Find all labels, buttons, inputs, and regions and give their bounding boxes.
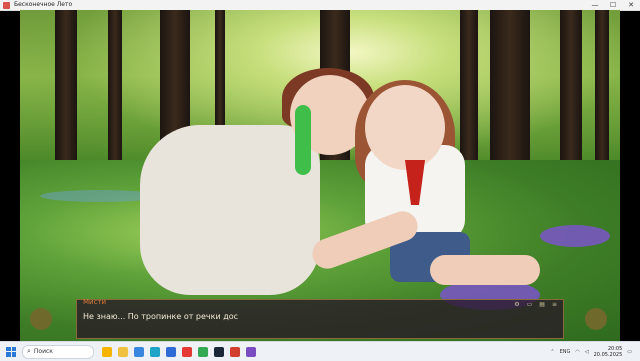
media-icon[interactable] — [230, 346, 240, 357]
window-title: Бесконечное Лето — [14, 1, 73, 8]
clock[interactable]: 20:05 20.05.2025 — [594, 346, 623, 358]
widgets-icon[interactable] — [102, 346, 112, 357]
dialog-text: Не знаю... По тропинке от речки дос — [83, 312, 239, 321]
edge-icon[interactable] — [150, 346, 160, 357]
tree-trunk — [560, 10, 582, 180]
search-icon: ⌕ — [27, 347, 31, 355]
wifi-icon[interactable]: ◠ — [575, 349, 579, 355]
minimize-button[interactable]: — — [586, 0, 604, 10]
settings-icon[interactable]: ⚙ — [514, 301, 519, 308]
notifications-icon[interactable]: ▭ — [627, 349, 632, 355]
taskbar: ⌕ Поиск ⌃ ENG ◠ ◁ 20:05 20.05.2025 ▭ — [0, 341, 640, 361]
character-kneeling-girl — [140, 125, 320, 295]
system-tray: ⌃ ENG ◠ ◁ 20:05 20.05.2025 ▭ — [550, 346, 632, 358]
close-button[interactable]: ✕ — [622, 0, 640, 10]
tree-trunk — [108, 10, 122, 160]
window-controls: — ☐ ✕ — [586, 0, 640, 10]
volume-icon[interactable]: ◁ — [585, 349, 589, 355]
taskbar-apps — [102, 346, 256, 357]
character-sitting-girl-face — [365, 85, 445, 170]
taskbar-search[interactable]: ⌕ Поиск — [22, 344, 94, 359]
mail-icon[interactable] — [166, 346, 176, 357]
load-icon[interactable]: ▤ — [539, 301, 545, 308]
chevron-up-icon[interactable]: ⌃ — [550, 349, 554, 355]
dialog-ornament-right — [585, 308, 607, 330]
tree-trunk — [215, 10, 225, 140]
search-label: Поиск — [33, 348, 53, 355]
steam-icon[interactable] — [214, 346, 224, 357]
game-scene[interactable] — [20, 10, 620, 341]
yandex-icon[interactable] — [182, 346, 192, 357]
tree-trunk — [55, 10, 77, 180]
browser-icon[interactable] — [134, 346, 144, 357]
language-indicator[interactable]: ENG — [560, 349, 571, 355]
clock-date: 20.05.2025 — [593, 351, 623, 358]
tree-trunk — [595, 10, 609, 170]
character-green-streak — [295, 105, 311, 175]
maximize-button[interactable]: ☐ — [604, 0, 622, 10]
save-icon[interactable]: ▭ — [527, 301, 533, 308]
flowers — [540, 225, 610, 247]
files-icon[interactable] — [118, 346, 128, 357]
dialog-ornament-left — [30, 308, 52, 330]
app-icon — [3, 1, 10, 9]
chrome-icon[interactable] — [198, 346, 208, 357]
speaker-name: Мисти — [83, 298, 107, 306]
tree-trunk — [460, 10, 478, 160]
menu-icon[interactable]: ≡ — [552, 301, 557, 308]
character-leg — [430, 255, 540, 285]
dialog-controls: ⚙ ▭ ▤ ≡ — [514, 301, 557, 308]
game-icon[interactable] — [246, 346, 256, 357]
start-button[interactable] — [6, 346, 16, 357]
dialog-box[interactable]: Мисти ⚙ ▭ ▤ ≡ Не знаю... По тропинке от … — [76, 298, 564, 339]
